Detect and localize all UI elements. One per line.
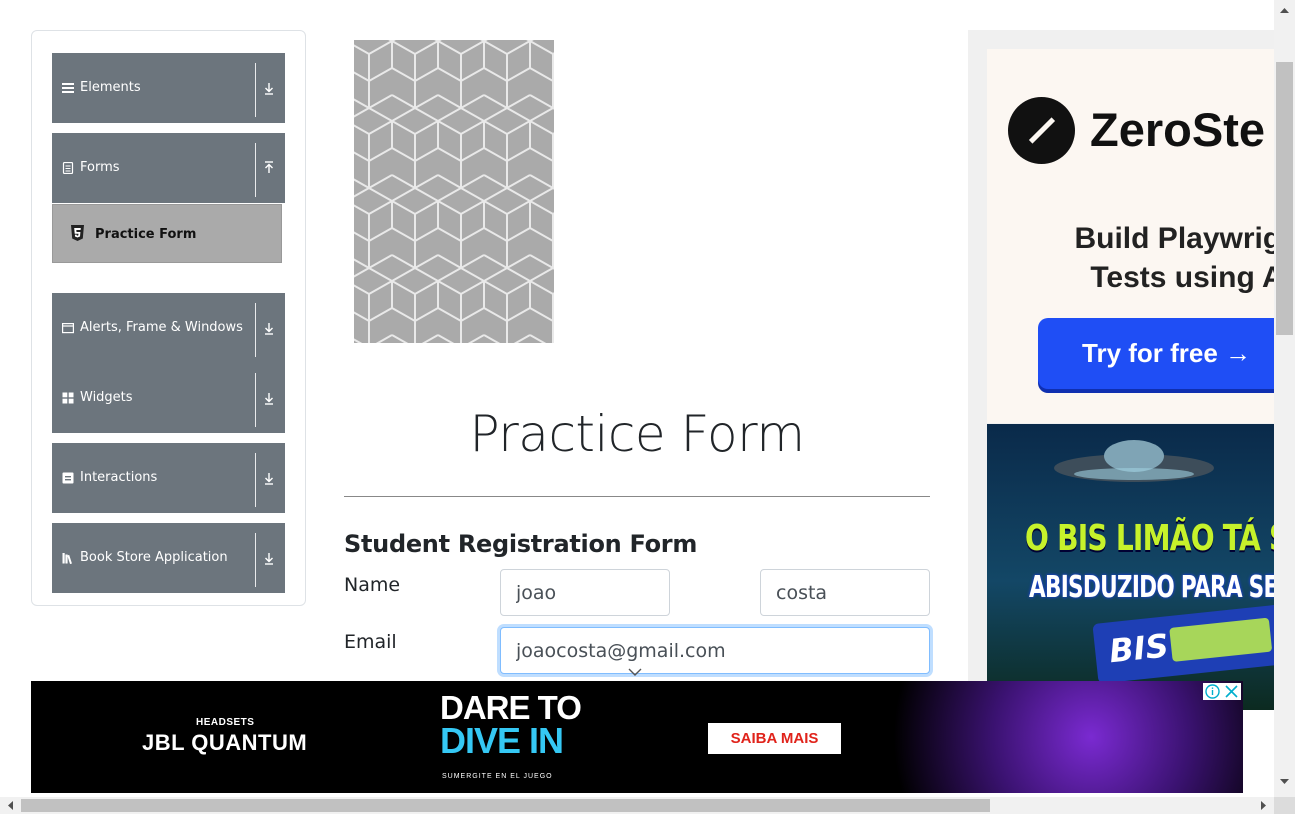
sidebar-item-label: Practice Form bbox=[95, 227, 197, 242]
ad-headline-line2: DIVE IN bbox=[440, 720, 564, 761]
zerostep-logo-icon bbox=[1008, 97, 1075, 164]
ad-headline: Build Playwrigh Tests using A bbox=[1074, 222, 1274, 294]
divider bbox=[255, 63, 256, 117]
hamburger-icon bbox=[62, 83, 74, 93]
ad-info-icon[interactable] bbox=[1203, 683, 1222, 700]
sidebar-group-label: Alerts, Frame & Windows bbox=[80, 320, 243, 335]
last-name-input[interactable] bbox=[760, 569, 930, 616]
ad-visual-glow bbox=[851, 681, 1243, 793]
download-arrow-icon[interactable] bbox=[262, 549, 276, 567]
widgets-grid-icon bbox=[62, 392, 74, 404]
side-advertisement[interactable]: ZeroSte Build Playwrigh Tests using A Tr… bbox=[968, 30, 1274, 710]
divider bbox=[255, 453, 256, 507]
bis-promo-ad[interactable]: O BIS LIMÃO TÁ SE ABISDUZIDO PARA SEM BI… bbox=[987, 424, 1274, 710]
divider bbox=[255, 303, 256, 357]
horizontal-scrollbar[interactable] bbox=[0, 797, 1274, 814]
download-arrow-icon[interactable] bbox=[262, 469, 276, 487]
first-name-input[interactable] bbox=[500, 569, 670, 616]
scroll-down-icon[interactable] bbox=[1276, 773, 1293, 790]
sidebar-group-label: Widgets bbox=[80, 390, 133, 405]
ad-kicker: HEADSETS bbox=[196, 717, 255, 728]
cta-label: Try for free → bbox=[1082, 338, 1252, 368]
sidebar-group-label: Forms bbox=[80, 160, 120, 175]
html5-icon bbox=[71, 225, 84, 241]
divider bbox=[255, 533, 256, 587]
download-arrow-icon[interactable] bbox=[262, 389, 276, 407]
promo-subline: ABISDUZIDO PARA SEM bbox=[1029, 570, 1274, 605]
upload-arrow-icon[interactable] bbox=[262, 159, 276, 177]
ad-brand: JBL QUANTUM bbox=[142, 730, 308, 755]
window-icon bbox=[62, 323, 74, 334]
browser-viewport: Elements Forms Practice Form Alerts, Fra… bbox=[0, 0, 1295, 814]
vertical-scrollbar[interactable] bbox=[1274, 0, 1295, 797]
zerostep-ad[interactable]: ZeroSte Build Playwrigh Tests using A Tr… bbox=[987, 49, 1274, 423]
chevron-down-icon bbox=[628, 668, 642, 676]
saiba-mais-button[interactable]: SAIBA MAIS bbox=[708, 723, 841, 754]
sidebar-group-widgets[interactable]: Widgets bbox=[52, 363, 285, 433]
scrollbar-corner bbox=[1274, 797, 1295, 814]
sidebar-group-alerts[interactable]: Alerts, Frame & Windows bbox=[52, 293, 285, 363]
ad-brand-name: ZeroSte bbox=[1090, 103, 1265, 156]
form-heading: Student Registration Form bbox=[344, 530, 698, 558]
sidebar-group-interactions[interactable]: Interactions bbox=[52, 443, 285, 513]
sidebar-group-label: Elements bbox=[80, 80, 141, 95]
scroll-up-icon[interactable] bbox=[1276, 2, 1293, 19]
ad-close-icon[interactable] bbox=[1222, 683, 1241, 700]
email-input[interactable] bbox=[500, 627, 930, 674]
email-label: Email bbox=[344, 631, 397, 653]
page-title: Practice Form bbox=[469, 405, 805, 463]
horizontal-scroll-thumb[interactable] bbox=[21, 799, 990, 812]
product-name: BIS bbox=[1107, 626, 1171, 671]
download-arrow-icon[interactable] bbox=[262, 79, 276, 97]
left-sidebar: Elements Forms Practice Form Alerts, Fra… bbox=[31, 30, 306, 606]
vertical-scroll-thumb[interactable] bbox=[1276, 62, 1293, 335]
books-icon bbox=[62, 553, 72, 564]
divider bbox=[255, 373, 256, 427]
sidebar-item-practice-form[interactable]: Practice Form bbox=[52, 204, 282, 263]
name-label: Name bbox=[344, 574, 401, 596]
promo-headline: O BIS LIMÃO TÁ SE bbox=[1025, 518, 1274, 559]
divider bbox=[255, 143, 256, 197]
sidebar-group-label: Book Store Application bbox=[80, 550, 228, 565]
form-doc-icon bbox=[62, 162, 74, 174]
saiba-mais-label: SAIBA MAIS bbox=[730, 730, 819, 747]
try-for-free-button[interactable]: Try for free → bbox=[1038, 318, 1274, 389]
sidebar-group-label: Interactions bbox=[80, 470, 158, 485]
bottom-advertisement[interactable]: HEADSETS JBL QUANTUM DARE TO DIVE IN SUM… bbox=[31, 681, 1243, 793]
scroll-right-icon[interactable] bbox=[1255, 797, 1272, 814]
sidebar-group-book-store[interactable]: Book Store Application bbox=[52, 523, 285, 593]
product-label-area bbox=[1169, 617, 1273, 662]
scroll-left-icon[interactable] bbox=[2, 797, 19, 814]
product-pack-image: BIS bbox=[1092, 604, 1274, 684]
divider bbox=[344, 496, 930, 497]
ad-tagline: SUMERGITE EN EL JUEGO bbox=[442, 773, 553, 780]
download-arrow-icon[interactable] bbox=[262, 319, 276, 337]
ufo-icon bbox=[1054, 440, 1214, 482]
interactions-icon bbox=[62, 472, 74, 484]
banner-cube-pattern-image bbox=[354, 40, 554, 343]
sidebar-group-forms[interactable]: Forms bbox=[52, 133, 285, 203]
sidebar-group-elements[interactable]: Elements bbox=[52, 53, 285, 123]
